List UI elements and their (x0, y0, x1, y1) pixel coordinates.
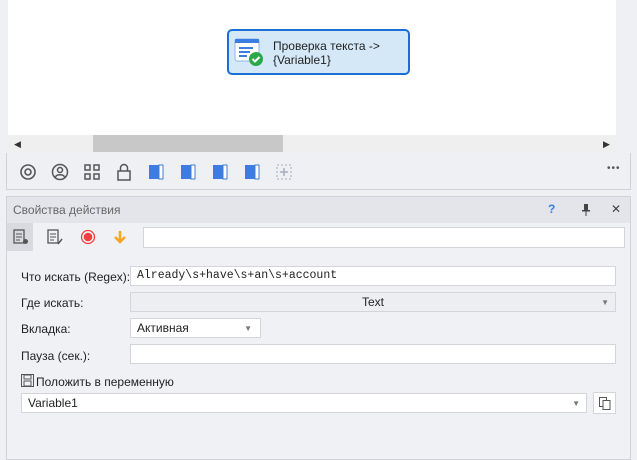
variable-dropdown[interactable]: Variable1 ▼ (21, 393, 587, 413)
pause-label: Пауза (сек.): (21, 349, 91, 363)
horizontal-scrollbar[interactable]: ◀ ▶ (8, 135, 616, 153)
copy-button[interactable] (593, 392, 616, 414)
scrollbar-thumb[interactable] (93, 135, 283, 152)
text-check-icon (234, 38, 263, 66)
add-icon[interactable] (275, 163, 293, 181)
regex-input[interactable]: Already\s+have\s+an\s+account (130, 266, 616, 286)
settings-icon[interactable] (19, 163, 37, 181)
notebook-icon[interactable] (147, 163, 165, 181)
help-icon[interactable]: ? (548, 202, 555, 216)
tab-label: Вкладка: (21, 322, 71, 336)
save-icon (21, 374, 34, 387)
scroll-left-icon[interactable]: ◀ (14, 139, 21, 150)
variable-value: Variable1 (28, 396, 78, 410)
regex-label: Что искать (Regex): (21, 270, 131, 284)
edit-notes-icon[interactable] (47, 229, 63, 245)
copy-icon (599, 397, 611, 410)
notebook-icon[interactable] (243, 163, 261, 181)
where-dropdown[interactable]: Text ▼ (130, 292, 616, 312)
search-input[interactable] (143, 227, 625, 248)
arrow-down-icon[interactable] (112, 229, 128, 245)
chevron-down-icon: ▼ (572, 399, 580, 408)
action-properties-panel: Свойства действия ? ✕ Что искать (Regex)… (6, 196, 631, 460)
notebook-icon[interactable] (211, 163, 229, 181)
where-label: Где искать: (21, 296, 84, 310)
tab-dropdown[interactable]: Активная ▼ (130, 318, 261, 338)
panel-header: Свойства действия ? ✕ (7, 197, 630, 223)
grid-icon[interactable] (83, 163, 101, 181)
node-label-line2: {Variable1} (273, 53, 331, 67)
scroll-right-icon[interactable]: ▶ (603, 139, 610, 150)
chevron-down-icon: ▼ (244, 324, 252, 333)
chevron-down-icon: ▼ (601, 298, 609, 307)
workflow-canvas[interactable]: Проверка текста -> {Variable1} (8, 0, 616, 135)
more-icon[interactable]: ••• (607, 163, 621, 174)
properties-icon (13, 229, 28, 244)
node-label-line1: Проверка текста -> (273, 39, 380, 53)
close-icon[interactable]: ✕ (611, 202, 621, 216)
pause-input[interactable] (130, 344, 616, 364)
action-node[interactable]: Проверка текста -> {Variable1} (227, 29, 410, 75)
properties-tab[interactable] (7, 223, 33, 251)
where-value: Text (361, 295, 384, 309)
save-variable-label: Положить в переменную (36, 375, 174, 389)
notebook-icon[interactable] (179, 163, 197, 181)
lock-icon[interactable] (115, 163, 133, 181)
pin-icon[interactable] (581, 204, 591, 216)
vertical-scrollbar[interactable] (616, 0, 629, 153)
tab-value: Активная (137, 321, 189, 335)
record-icon[interactable] (80, 229, 96, 245)
panel-title: Свойства действия (13, 203, 121, 217)
user-icon[interactable] (51, 163, 69, 181)
bottom-toolbar: ••• (6, 153, 631, 190)
